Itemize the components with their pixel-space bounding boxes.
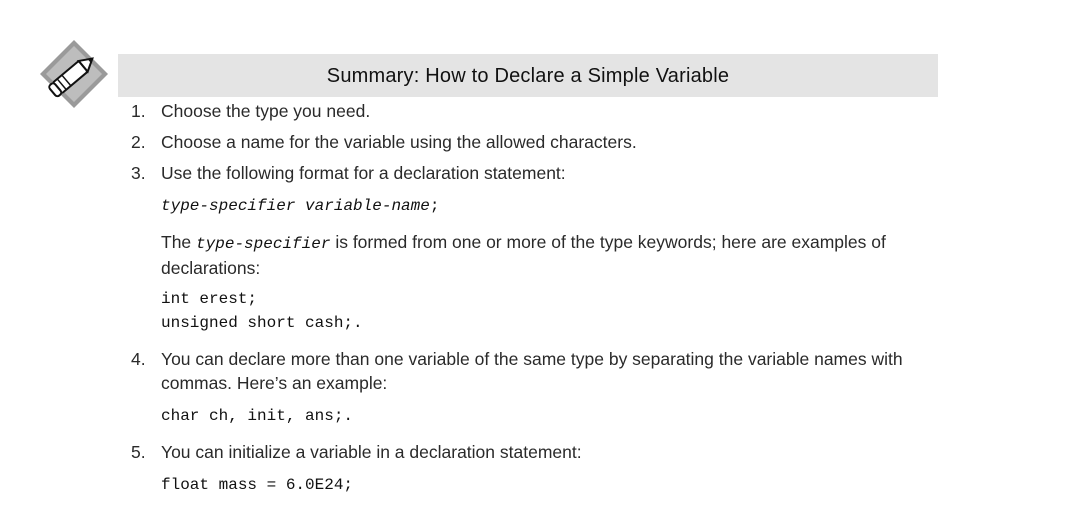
step-number: 1. [131, 101, 146, 121]
step-number: 4. [131, 349, 146, 369]
page-title: Summary: How to Declare a Simple Variabl… [326, 65, 730, 87]
paragraph-prefix: The [161, 232, 197, 252]
type-specifier-paragraph: The type-specifier is formed from one or… [161, 230, 941, 280]
step-text: Choose a name for the variable using the… [161, 132, 637, 152]
type-specifier-keyword: type-specifier [196, 235, 331, 253]
step-number: 3. [131, 163, 146, 183]
pencil-icon [38, 38, 110, 110]
step-text: You can declare more than one variable o… [161, 349, 903, 393]
step-text: You can initialize a variable in a decla… [161, 442, 582, 462]
step-number: 5. [131, 442, 146, 462]
step-text: Choose the type you need. [161, 101, 371, 121]
step-number: 2. [131, 132, 146, 152]
code-example: float mass = 6.0E24; [161, 476, 354, 494]
code-example: char ch, init, ans;. [161, 407, 354, 425]
format-semicolon: ; [429, 197, 440, 215]
step-text: Use the following format for a declarati… [161, 163, 566, 183]
summary-title-bar: Summary: How to Declare a Simple Variabl… [118, 54, 938, 97]
declaration-format: type-specifier variable-name; [161, 194, 439, 218]
format-type-specifier: type-specifier [161, 197, 296, 215]
code-example: unsigned short cash;. [161, 314, 363, 332]
format-variable-name: variable-name [305, 197, 430, 215]
code-example: int erest; [161, 290, 258, 308]
